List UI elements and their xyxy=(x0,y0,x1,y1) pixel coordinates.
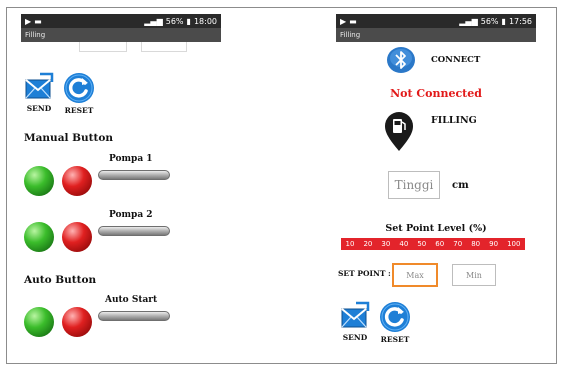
pump2-off-button[interactable] xyxy=(62,222,92,252)
play-icon: ▶ xyxy=(25,16,32,26)
auto-button-title: Auto Button xyxy=(24,274,97,286)
clock: 18:00 xyxy=(193,16,217,26)
battery-icon: ▮ xyxy=(501,16,506,26)
reset-button[interactable]: RESET xyxy=(376,301,414,344)
reset-label: RESET xyxy=(380,335,410,344)
phone-screen-filling: ▶ ▬ ▂▄▆ 56% ▮ 17:56 Filling CONNECT Not … xyxy=(336,14,536,356)
send-button[interactable]: SEND xyxy=(21,72,57,113)
connection-status: Not Connected xyxy=(390,87,482,100)
send-button[interactable]: SEND xyxy=(336,301,374,342)
max-input[interactable]: Max xyxy=(392,263,438,287)
battery-percent: 56% xyxy=(480,16,499,26)
pump1-label: Pompa 1 xyxy=(109,154,153,164)
pump1-off-button[interactable] xyxy=(62,166,92,196)
setpoint-level-title: Set Point Level (%) xyxy=(385,223,487,234)
status-bar: ▶ ▬ ▂▄▆ 56% ▮ 18:00 xyxy=(21,14,221,28)
setpoint-label: SET POINT : xyxy=(338,269,391,278)
level-10[interactable]: 10 xyxy=(346,240,355,248)
auto-on-button[interactable] xyxy=(24,307,54,337)
reset-icon xyxy=(380,302,410,332)
pump1-on-button[interactable] xyxy=(24,166,54,196)
signal-icon: ▂▄▆ xyxy=(144,16,163,26)
level-50[interactable]: 50 xyxy=(417,240,426,248)
phone-screen-manual: ▶ ▬ ▂▄▆ 56% ▮ 18:00 Filling SEND RESET M… xyxy=(21,14,221,356)
max-placeholder: Max xyxy=(406,270,424,280)
hidden-input-left[interactable] xyxy=(79,42,127,52)
reset-button[interactable]: RESET xyxy=(61,72,97,115)
message-icon: ▬ xyxy=(34,16,42,26)
height-placeholder: Tinggi xyxy=(394,178,434,192)
fuel-pump-icon xyxy=(385,112,413,151)
reset-label: RESET xyxy=(64,106,94,115)
level-100[interactable]: 100 xyxy=(507,240,520,248)
status-bar: ▶ ▬ ▂▄▆ 56% ▮ 17:56 xyxy=(336,14,536,28)
app-title: Filling xyxy=(25,31,46,39)
hidden-input-right[interactable] xyxy=(141,42,187,52)
manual-button-title: Manual Button xyxy=(24,132,113,144)
app-title-bar: Filling xyxy=(336,28,536,42)
reset-icon xyxy=(64,73,94,103)
height-input[interactable]: Tinggi xyxy=(388,171,440,199)
pump2-on-button[interactable] xyxy=(24,222,54,252)
send-label: SEND xyxy=(26,104,52,113)
auto-status-bar xyxy=(98,311,170,321)
min-placeholder: Min xyxy=(466,270,482,280)
pump1-status-bar xyxy=(98,170,170,180)
app-title: Filling xyxy=(340,31,361,39)
min-input[interactable]: Min xyxy=(452,264,496,286)
level-90[interactable]: 90 xyxy=(489,240,498,248)
bluetooth-icon[interactable] xyxy=(386,45,416,75)
level-30[interactable]: 30 xyxy=(381,240,390,248)
send-label: SEND xyxy=(342,333,368,342)
level-80[interactable]: 80 xyxy=(471,240,480,248)
battery-percent: 56% xyxy=(165,16,184,26)
pump2-status-bar xyxy=(98,226,170,236)
send-mail-icon xyxy=(25,72,54,99)
clock: 17:56 xyxy=(508,16,532,26)
battery-icon: ▮ xyxy=(186,16,191,26)
app-title-bar: Filling xyxy=(21,28,221,42)
play-icon: ▶ xyxy=(340,16,347,26)
height-unit: cm xyxy=(452,180,469,191)
message-icon: ▬ xyxy=(349,16,357,26)
level-40[interactable]: 40 xyxy=(399,240,408,248)
auto-start-label: Auto Start xyxy=(105,295,158,305)
level-20[interactable]: 20 xyxy=(363,240,372,248)
level-scale[interactable]: 10 20 30 40 50 60 70 80 90 100 xyxy=(341,238,525,250)
signal-icon: ▂▄▆ xyxy=(459,16,478,26)
send-mail-icon xyxy=(341,301,370,328)
level-60[interactable]: 60 xyxy=(435,240,444,248)
filling-label: FILLING xyxy=(431,115,477,126)
auto-off-button[interactable] xyxy=(62,307,92,337)
level-70[interactable]: 70 xyxy=(453,240,462,248)
pump2-label: Pompa 2 xyxy=(109,210,153,220)
connect-button[interactable]: CONNECT xyxy=(431,55,480,65)
